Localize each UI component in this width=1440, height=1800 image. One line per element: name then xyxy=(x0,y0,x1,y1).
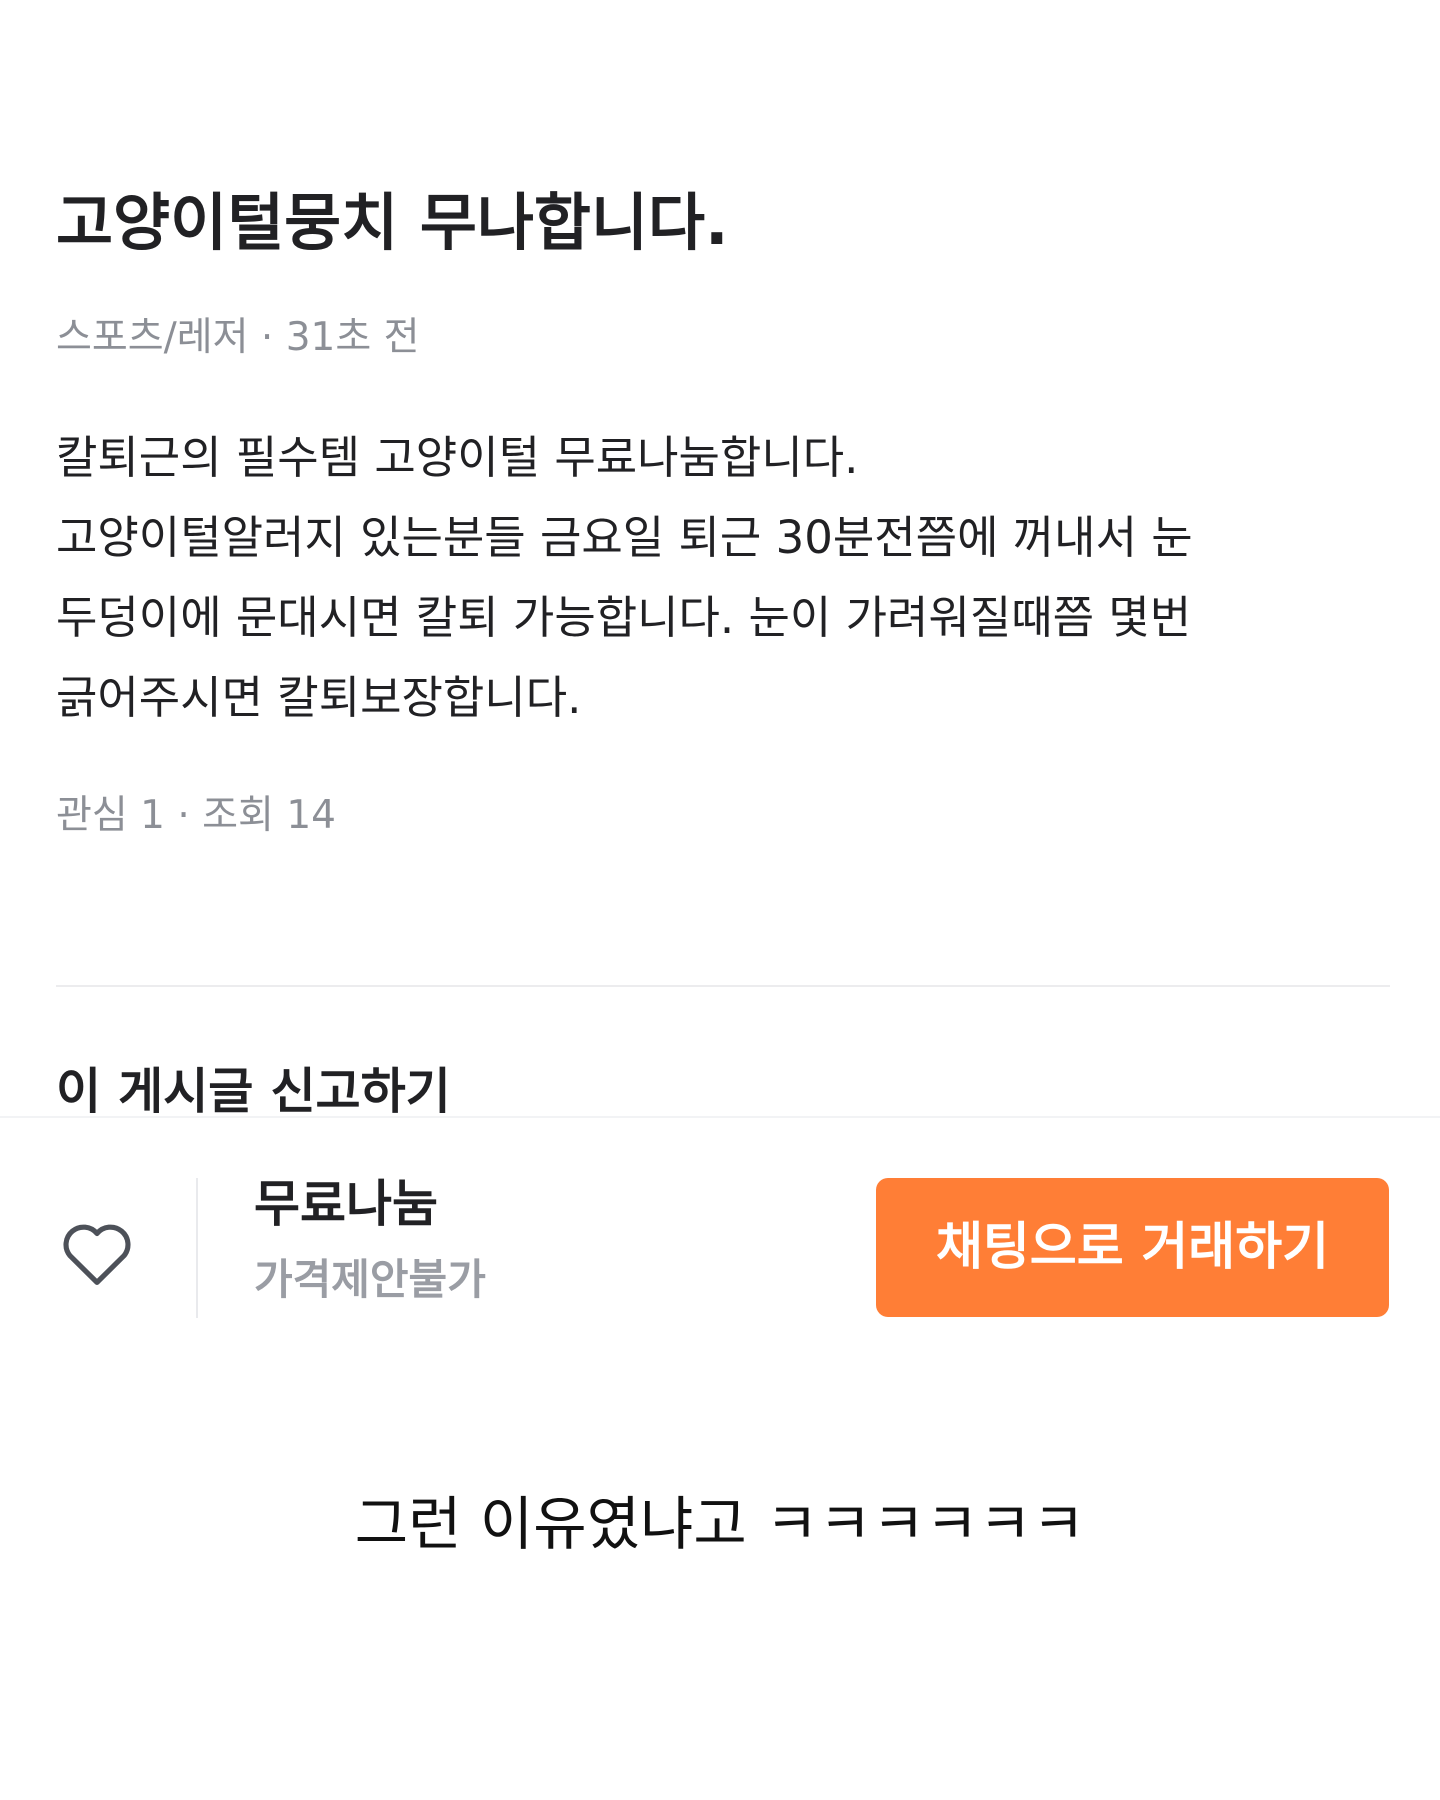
like-button[interactable] xyxy=(56,1212,138,1294)
post-body-line: 칼퇴근의 필수템 고양이털 무료나눔합니다. xyxy=(56,431,859,484)
bar-divider xyxy=(196,1178,198,1318)
post-title: 고양이털뭉치 무나합니다. xyxy=(56,186,729,259)
post-meta-category-time: 스포츠/레저 · 31초 전 xyxy=(56,315,420,360)
post-body-line: 두덩이에 문대시면 칼퇴 가능합니다. 눈이 가려워질때쯤 몇번 xyxy=(56,591,1192,644)
content-divider xyxy=(56,985,1390,987)
bottom-action-bar: 무료나눔 가격제안불가 채팅으로 거래하기 xyxy=(0,1116,1440,1373)
post-body-line: 고양이털알러지 있는분들 금요일 퇴근 30분전쯤에 꺼내서 눈 xyxy=(56,511,1193,564)
image-caption: 그런 이유였냐고 ㅋㅋㅋㅋㅋㅋ xyxy=(354,1490,1086,1558)
post-body: 칼퇴근의 필수템 고양이털 무료나눔합니다. 고양이털알러지 있는분들 금요일 … xyxy=(56,418,1396,738)
post-stats: 관심 1 · 조회 14 xyxy=(56,793,336,838)
post-body-line: 긁어주시면 칼퇴보장합니다. xyxy=(56,671,582,724)
price-label: 무료나눔 xyxy=(254,1175,438,1233)
price-offer-note: 가격제안불가 xyxy=(254,1255,486,1304)
heart-outline-icon xyxy=(63,1224,131,1285)
price-block: 무료나눔 가격제안불가 xyxy=(254,1172,486,1308)
chat-trade-button[interactable]: 채팅으로 거래하기 xyxy=(876,1178,1389,1317)
